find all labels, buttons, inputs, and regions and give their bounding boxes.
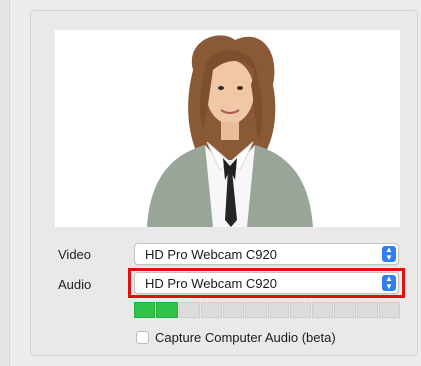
audio-level-meter xyxy=(134,302,400,318)
audio-select-highlight xyxy=(128,268,405,298)
audio-label: Audio xyxy=(58,277,92,292)
meter-segment xyxy=(156,302,178,318)
video-source-select[interactable]: HD Pro Webcam C920 ▲ ▼ xyxy=(134,243,399,265)
meter-segment xyxy=(178,302,200,318)
meter-segment xyxy=(267,302,289,318)
video-label: Video xyxy=(58,247,92,262)
meter-segment xyxy=(245,302,267,318)
capture-audio-label: Capture Computer Audio (beta) xyxy=(155,329,336,345)
webcam-person-image xyxy=(55,30,400,227)
meter-segment xyxy=(312,302,334,318)
audio-video-settings: Video HD Pro Webcam C920 ▲ ▼ Audio HD Pro… xyxy=(0,0,421,366)
meter-segment xyxy=(378,302,400,318)
video-source-value: HD Pro Webcam C920 xyxy=(145,247,277,262)
capture-audio-checkbox[interactable] xyxy=(136,330,149,344)
meter-segment xyxy=(223,302,245,318)
meter-segment xyxy=(289,302,311,318)
capture-audio-option[interactable]: Capture Computer Audio (beta) xyxy=(136,328,336,346)
meter-segment xyxy=(134,302,156,318)
left-sidebar-edge xyxy=(0,0,10,366)
meter-segment xyxy=(334,302,356,318)
meter-segment xyxy=(356,302,378,318)
up-down-chevron-icon[interactable]: ▲ ▼ xyxy=(382,246,396,262)
meter-segment xyxy=(200,302,222,318)
camera-preview xyxy=(55,30,400,227)
